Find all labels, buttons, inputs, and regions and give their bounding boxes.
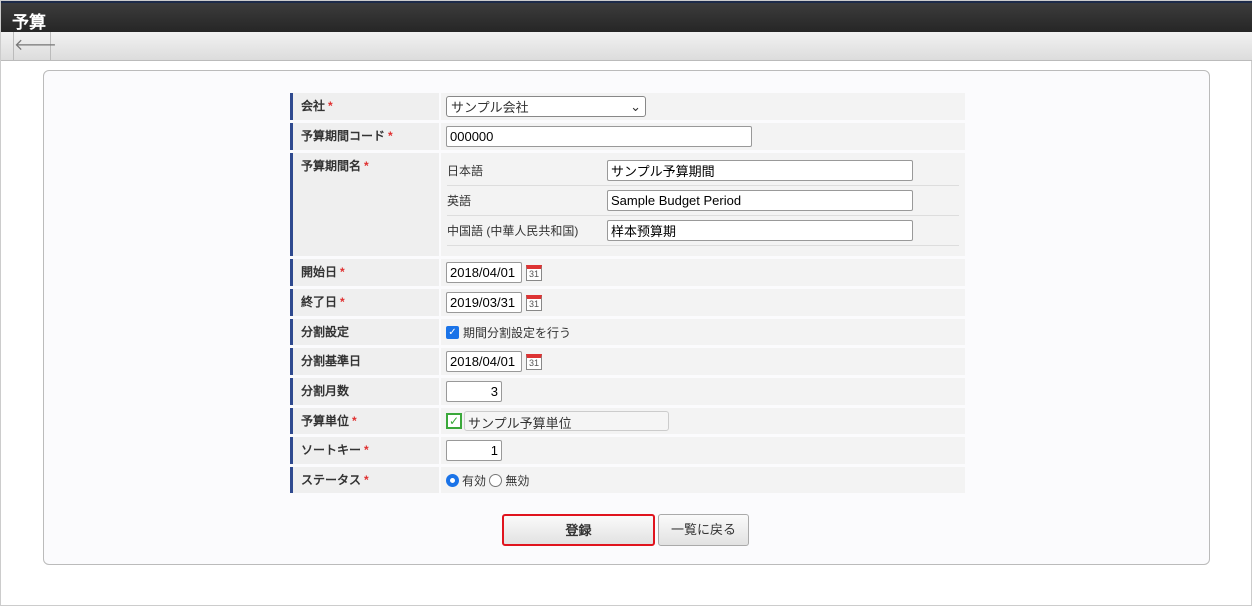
code-label: 予算期間コード * <box>290 123 439 150</box>
toolbar: 🡐 <box>1 32 1252 61</box>
name-label: 予算期間名 * <box>290 153 439 256</box>
start-label: 開始日 * <box>290 259 439 286</box>
company-select[interactable]: サンプル会社 ⌄ <box>446 96 646 117</box>
arrow-left-icon: 🡐 <box>14 37 57 54</box>
lang-label-en: 英語 <box>447 194 472 208</box>
name-en-input[interactable] <box>607 190 913 211</box>
register-button[interactable]: 登録 <box>502 514 655 546</box>
status-inactive-label: 無効 <box>505 473 530 488</box>
end-label: 終了日 * <box>290 289 439 316</box>
chevron-down-icon: ⌄ <box>630 98 641 114</box>
name-ja-input[interactable] <box>607 160 913 181</box>
unit-label: 予算単位 * <box>290 408 439 434</box>
name-zh-input[interactable] <box>607 220 913 241</box>
lang-label-ja: 日本語 <box>447 164 484 178</box>
split-checkbox[interactable]: ✓ <box>446 325 459 339</box>
lang-label-zh: 中国語 (中華人民共和国) <box>447 224 579 238</box>
unit-value: サンプル予算単位 <box>464 411 669 431</box>
months-input[interactable] <box>446 381 502 402</box>
base-date-input[interactable] <box>446 351 522 372</box>
back-to-list-button[interactable]: 一覧に戻る <box>658 514 749 546</box>
back-button[interactable]: 🡐 <box>13 32 57 60</box>
budget-form: 会社* サンプル会社⌄ 予算期間コード* 予算期間名* 日本語 英語 中国語 (… <box>290 93 965 496</box>
company-label: 会社 * <box>290 93 439 120</box>
base-label: 分割基準日 <box>290 348 439 375</box>
start-date-input[interactable] <box>446 262 522 283</box>
check-icon[interactable]: ✓ <box>446 413 462 429</box>
calendar-icon[interactable]: 31 <box>526 294 542 311</box>
end-date-input[interactable] <box>446 292 522 313</box>
status-inactive-radio[interactable] <box>489 473 503 487</box>
split-checkbox-label: 期間分割設定を行う <box>463 325 572 340</box>
status-active-label: 有効 <box>462 473 487 488</box>
sort-label: ソートキー * <box>290 437 439 464</box>
code-input[interactable] <box>446 126 752 147</box>
calendar-icon[interactable]: 31 <box>526 353 542 370</box>
page-title: 予算 <box>1 1 1252 32</box>
split-label: 分割設定 <box>290 319 439 345</box>
status-active-radio[interactable] <box>446 473 459 487</box>
sort-input[interactable] <box>446 440 502 461</box>
months-label: 分割月数 <box>290 378 439 405</box>
status-label: ステータス * <box>290 467 439 493</box>
calendar-icon[interactable]: 31 <box>526 264 542 281</box>
